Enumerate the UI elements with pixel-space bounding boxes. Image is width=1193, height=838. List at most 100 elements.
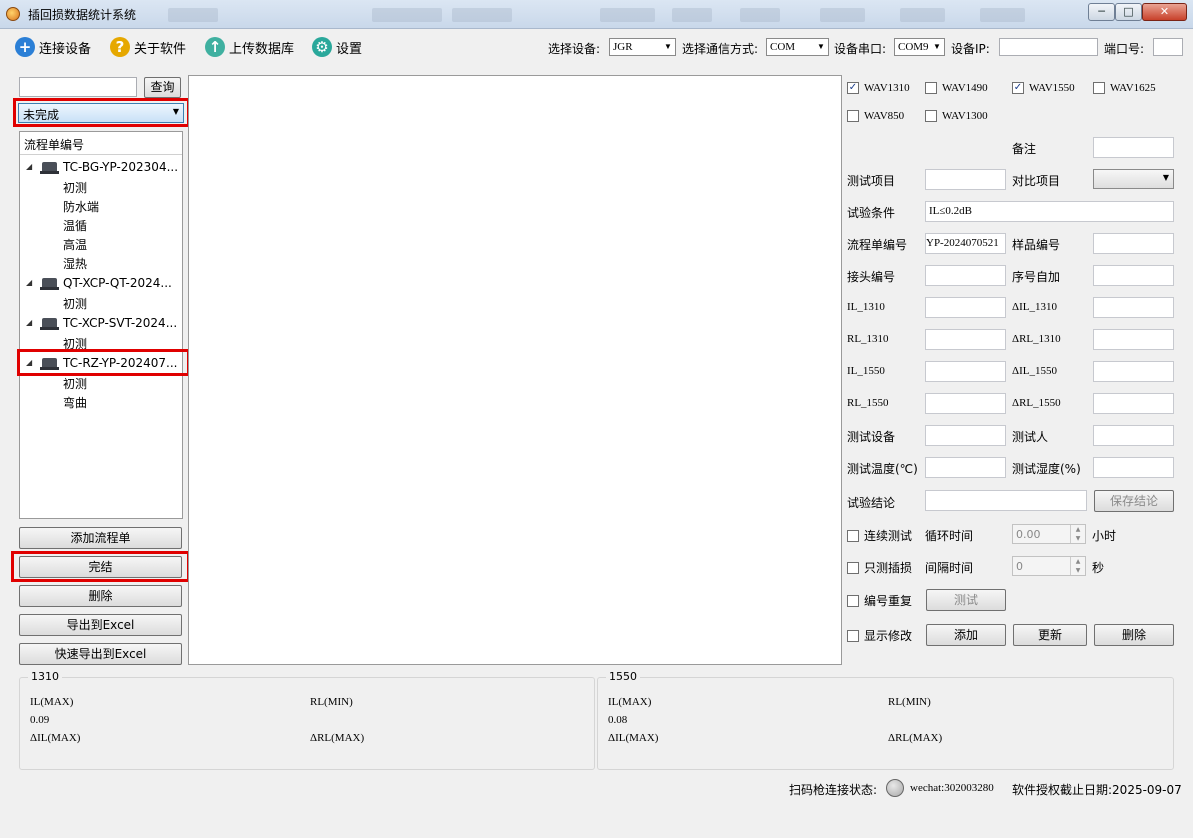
connect-device-button[interactable]: + 连接设备 [15,35,91,59]
tree-child[interactable]: 高温 [63,236,87,253]
background-blur [980,8,1025,22]
connector-no-input[interactable] [925,265,1006,286]
show-modify-checkbox[interactable]: 显示修改 [847,627,912,644]
tree-child[interactable]: 初测 [63,179,87,196]
delta-il1310-input[interactable] [1093,297,1174,318]
wav850-checkbox[interactable]: WAV850 [847,110,904,122]
wav1300-checkbox[interactable]: WAV1300 [925,110,988,122]
test-device-input[interactable] [925,425,1006,446]
sample-no-input[interactable] [1093,233,1174,254]
tester-input[interactable] [1093,425,1174,446]
delete-flow-button[interactable]: 删除 [19,585,182,607]
il1550-input[interactable] [925,361,1006,382]
close-button[interactable]: ✕ [1142,3,1187,21]
device-ip-label: 设备IP: [951,42,990,56]
temperature-input[interactable] [925,457,1006,478]
device-ip-input[interactable] [999,38,1098,56]
add-record-button[interactable]: 添加 [926,624,1006,646]
auto-increment-input[interactable] [1093,265,1174,286]
delete-record-button[interactable]: 删除 [1094,624,1174,646]
cloud-upload-icon: ↑ [205,37,225,57]
save-conclusion-button[interactable]: 保存结论 [1094,490,1174,512]
tree-node-2[interactable]: ◢ QT-XCP-QT-2024... [26,273,172,292]
test-item-label: 测试项目 [847,174,896,188]
port-input[interactable] [1153,38,1183,56]
tree-child[interactable]: 温循 [63,217,87,234]
il-only-checkbox[interactable]: 只测插损 [847,559,912,576]
minimize-button[interactable]: ─ [1088,3,1115,21]
device-icon [40,317,59,330]
rl1310-input[interactable] [925,329,1006,350]
tree-child[interactable]: 初测 [63,375,87,392]
compare-item-select[interactable]: ▼ [1093,169,1174,189]
wav-label: WAV1550 [1029,82,1075,94]
flow-tree[interactable]: 流程单编号 ◢ TC-BG-YP-202304... 初测 防水端 温循 高温 … [19,131,183,519]
device-select[interactable]: JGR ▼ [609,38,676,56]
repeat-no-checkbox[interactable]: 编号重复 [847,592,912,609]
add-flow-button[interactable]: 添加流程单 [19,527,182,549]
connect-device-label: 连接设备 [39,41,92,57]
search-input[interactable] [19,77,137,97]
condition-value: IL≤0.2dB [929,205,973,217]
wav1550-checkbox[interactable]: ✓ WAV1550 [1012,82,1075,94]
maximize-button[interactable]: □ [1115,3,1142,21]
comm-mode-select[interactable]: COM ▼ [766,38,829,56]
export-excel-button[interactable]: 导出到Excel [19,614,182,636]
flow-no-input[interactable]: YP-2024070521 [925,233,1006,254]
tree-child[interactable]: 弯曲 [63,394,87,411]
chevron-down-icon: ▼ [1162,173,1169,182]
wav-label: WAV1310 [864,82,910,94]
cycle-time-spinner[interactable]: 0.00 ▲ ▼ [1012,524,1086,544]
wav1310-checkbox[interactable]: ✓ WAV1310 [847,82,910,94]
settings-button[interactable]: ⚙ 设置 [312,35,362,59]
il1310-input[interactable] [925,297,1006,318]
status-filter-select[interactable]: 未完成 ▼ [18,103,184,123]
delta-rl1310-input[interactable] [1093,329,1174,350]
interval-value: 0 [1016,560,1023,573]
tree-child[interactable]: 湿热 [63,255,87,272]
serial-port-select[interactable]: COM9 ▼ [894,38,945,56]
continuous-test-checkbox[interactable]: 连续测试 [847,527,912,544]
finish-button[interactable]: 完结 [19,556,182,578]
wav1625-checkbox[interactable]: WAV1625 [1093,82,1156,94]
remark-input[interactable] [1093,137,1174,158]
rl1550-input[interactable] [925,393,1006,414]
search-button[interactable]: 查询 [144,77,181,98]
interval-spinner[interactable]: 0 ▲ ▼ [1012,556,1086,576]
tree-child[interactable]: 防水端 [63,198,99,215]
spinner-arrows-icon: ▲ ▼ [1070,525,1085,543]
rl-min-label: RL(MIN) [888,696,931,708]
wav1490-checkbox[interactable]: WAV1490 [925,82,988,94]
test-item-input[interactable] [925,169,1006,190]
comm-mode-label: 选择通信方式: [682,42,759,56]
delta-il1550-input[interactable] [1093,361,1174,382]
temperature-label: 测试温度(℃) [847,462,918,476]
status-filter-value: 未完成 [23,108,60,122]
about-button[interactable]: ? 关于软件 [110,35,186,59]
delta-il1550-label: ΔIL_1550 [1012,365,1057,377]
delta-rl-max-label: ΔRL(MAX) [888,732,943,744]
test-button[interactable]: 测试 [926,589,1006,611]
connector-no-label: 接头编号 [847,270,896,284]
il-max-label: IL(MAX) [30,696,74,708]
humidity-label: 测试湿度(%) [1012,462,1081,476]
quick-export-excel-button[interactable]: 快速导出到Excel [19,643,182,665]
remark-label: 备注 [1012,142,1037,156]
checkbox-icon [925,82,937,94]
delta-rl1550-input[interactable] [1093,393,1174,414]
tree-node-3[interactable]: ◢ TC-XCP-SVT-2024... [26,313,177,332]
toolbar: + 连接设备 ? 关于软件 ↑ 上传数据库 ⚙ 设置 选择设备: JGR ▼ 选… [0,29,1193,65]
update-record-button[interactable]: 更新 [1013,624,1087,646]
humidity-input[interactable] [1093,457,1174,478]
condition-label: 试验条件 [847,206,896,220]
conclusion-input[interactable] [925,490,1087,511]
condition-input[interactable]: IL≤0.2dB [925,201,1174,222]
tree-node-1[interactable]: ◢ TC-BG-YP-202304... [26,157,178,176]
tree-child[interactable]: 初测 [63,295,87,312]
data-grid[interactable] [188,75,842,665]
device-icon [40,277,59,290]
il-max-value: 0.08 [608,714,628,726]
rl1550-label: RL_1550 [847,397,889,409]
upload-database-button[interactable]: ↑ 上传数据库 [205,35,294,59]
summary-1310-group: 1310 IL(MAX) 0.09 RL(MIN) ΔIL(MAX) ΔRL(M… [19,670,595,770]
